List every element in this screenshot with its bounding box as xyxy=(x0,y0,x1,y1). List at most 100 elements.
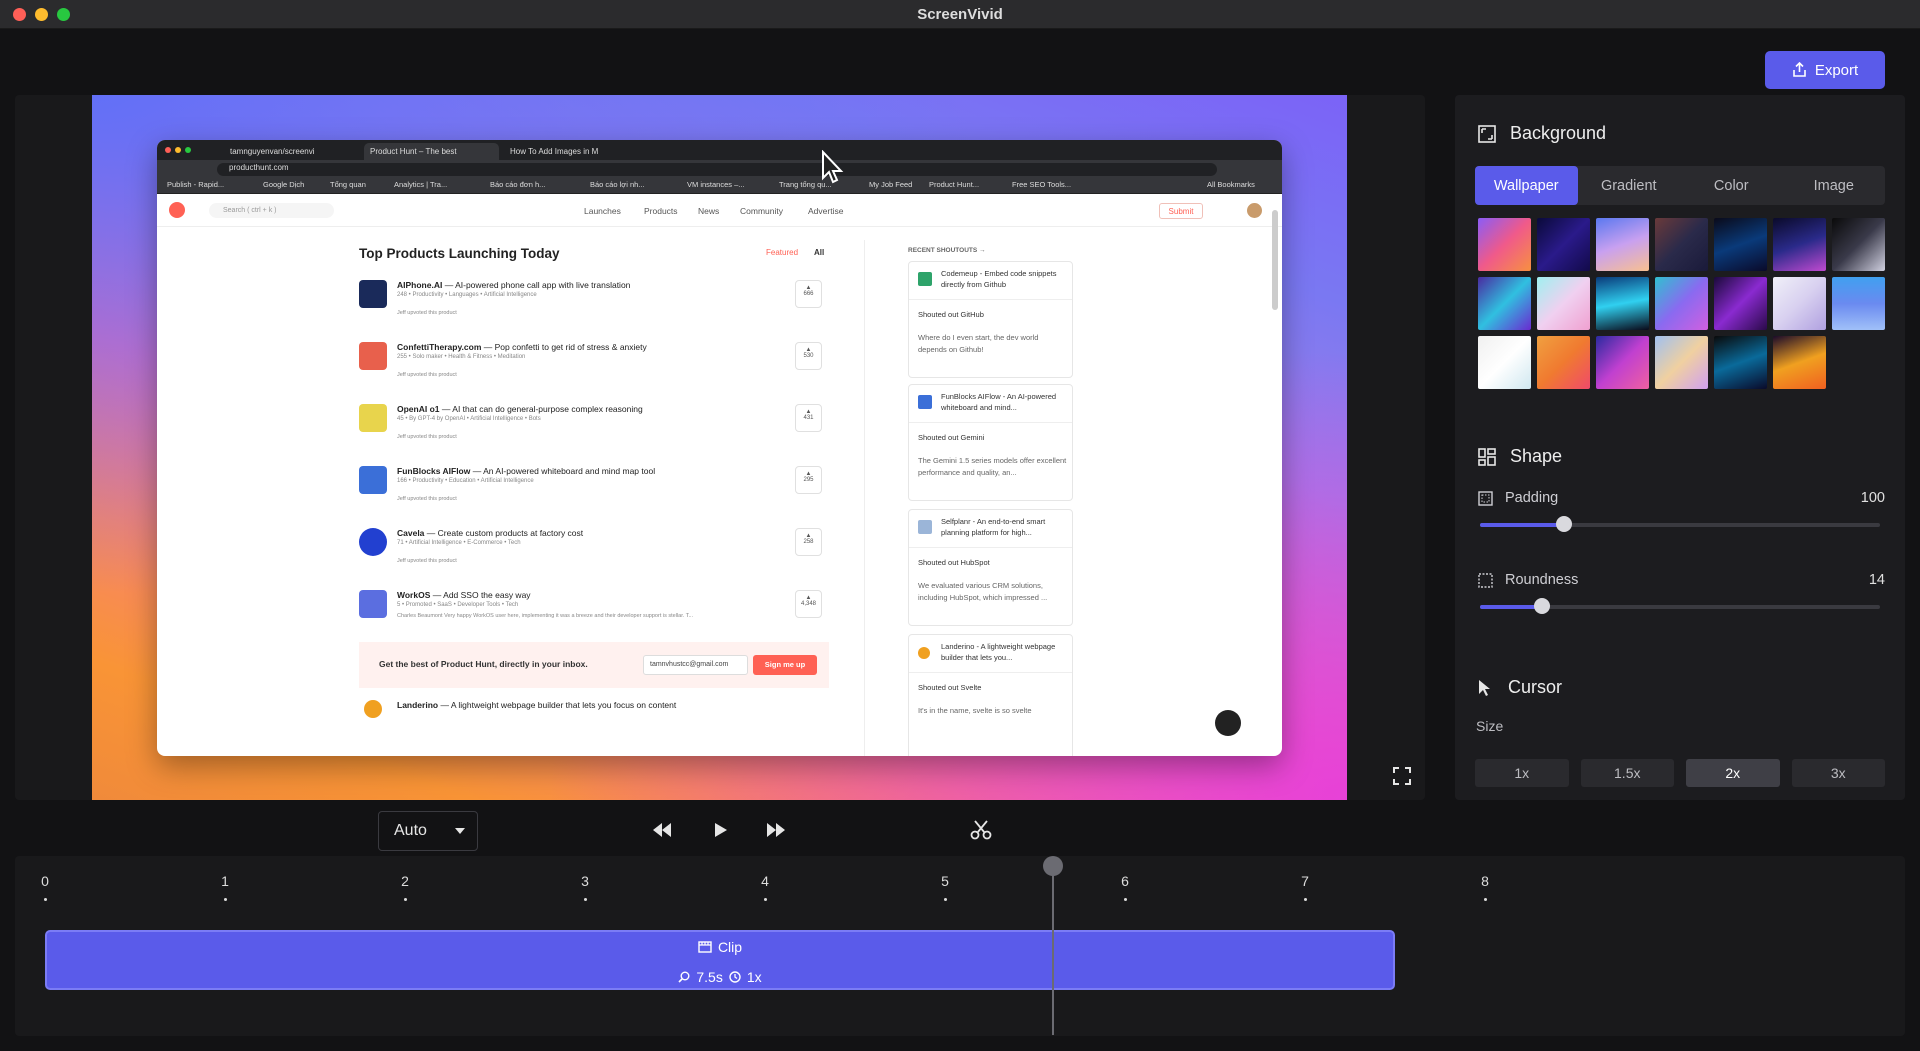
shoutout-card: Landerino - A lightweight webpage builde… xyxy=(908,634,1073,756)
timeline-clip[interactable]: Clip 7.5s 1x xyxy=(45,930,1395,990)
cursor-arrow-icon xyxy=(1479,679,1490,696)
timeline-tick-mark xyxy=(1484,898,1487,901)
share-icon xyxy=(1793,62,1806,77)
tab-color[interactable]: Color xyxy=(1680,166,1783,205)
browser-tab: tamnguyenvan/screenvi xyxy=(224,143,359,160)
avatar xyxy=(1247,203,1262,218)
wallpaper-swatch[interactable] xyxy=(1773,218,1826,271)
product-item: Landerino — A lightweight webpage builde… xyxy=(359,700,829,756)
wallpaper-swatch[interactable] xyxy=(1714,218,1767,271)
timeline-tick-mark xyxy=(584,898,587,901)
wallpaper-swatch[interactable] xyxy=(1655,277,1708,330)
wallpaper-swatch[interactable] xyxy=(1596,336,1649,389)
shoutouts-title: RECENT SHOUTOUTS → xyxy=(908,247,986,254)
cursor-size-3x[interactable]: 3x xyxy=(1791,759,1885,787)
clip-icon xyxy=(698,941,712,953)
cursor-section-header: Cursor xyxy=(1478,677,1562,698)
padding-slider[interactable] xyxy=(1480,516,1880,532)
export-button[interactable]: Export xyxy=(1765,51,1885,89)
playback-mode-value: Auto xyxy=(394,822,427,839)
clip-duration: 7.5s xyxy=(696,969,723,985)
roundness-slider[interactable] xyxy=(1480,598,1880,614)
tab-wallpaper[interactable]: Wallpaper xyxy=(1475,166,1578,205)
play-icon[interactable] xyxy=(713,820,729,840)
bookmark: Báo cáo đơn h... xyxy=(490,180,546,189)
product-item: ConfettiTherapy.com — Pop confetti to ge… xyxy=(359,342,829,398)
timeline-tick-mark xyxy=(764,898,767,901)
cursor-size-1x[interactable]: 1x xyxy=(1475,759,1569,787)
shape-title: Shape xyxy=(1510,446,1563,466)
background-section-header: Background xyxy=(1478,123,1606,144)
chevron-down-icon xyxy=(455,828,465,834)
roundness-value: 14 xyxy=(1868,572,1885,588)
url-text: producthunt.com xyxy=(229,163,289,172)
wallpaper-swatch[interactable] xyxy=(1655,218,1708,271)
timeline-tick-mark xyxy=(404,898,407,901)
timeline-tick-label: 4 xyxy=(761,873,769,889)
tab-gradient[interactable]: Gradient xyxy=(1578,166,1681,205)
wallpaper-swatch[interactable] xyxy=(1596,218,1649,271)
bookmark: Tổng quan xyxy=(330,180,366,189)
fast-forward-icon[interactable] xyxy=(765,820,787,840)
padding-label: Padding xyxy=(1505,490,1559,506)
bookmark: Google Dịch xyxy=(263,180,305,189)
roundness-slider-handle[interactable] xyxy=(1534,598,1550,614)
image-frame-icon xyxy=(1478,124,1496,143)
bookmarks-bar: Publish - Rapid... Google Dịch Tổng quan… xyxy=(157,178,1282,194)
wallpaper-swatch[interactable] xyxy=(1478,277,1531,330)
timeline-tick-label: 8 xyxy=(1481,873,1489,889)
wallpaper-swatch[interactable] xyxy=(1773,277,1826,330)
padding-icon xyxy=(1478,490,1493,506)
export-label: Export xyxy=(1814,61,1859,79)
layout-grid-icon xyxy=(1478,447,1496,466)
wallpaper-swatch[interactable] xyxy=(1596,277,1649,330)
playhead-line[interactable] xyxy=(1052,865,1054,1035)
rewind-icon[interactable] xyxy=(651,820,673,840)
fullscreen-icon[interactable] xyxy=(1393,767,1411,785)
playhead-handle[interactable] xyxy=(1043,856,1063,876)
wallpaper-swatch[interactable] xyxy=(1655,336,1708,389)
background-title: Background xyxy=(1510,123,1607,143)
wallpaper-swatch[interactable] xyxy=(1537,218,1590,271)
timeline-tick-label: 6 xyxy=(1121,873,1129,889)
bookmark: VM instances –... xyxy=(687,180,745,189)
roundness-slider-fill xyxy=(1480,605,1542,609)
tab-title: How To Add Images in M xyxy=(510,147,599,156)
wallpaper-swatch[interactable] xyxy=(1537,336,1590,389)
site-nav-link: Advertise xyxy=(808,206,844,216)
shoutout-card: FunBlocks AIFlow - An AI-powered whitebo… xyxy=(908,384,1073,501)
wallpaper-swatch[interactable] xyxy=(1478,218,1531,271)
timeline-tick-label: 1 xyxy=(221,873,229,889)
wallpaper-swatch[interactable] xyxy=(1832,218,1885,271)
wallpaper-swatch[interactable] xyxy=(1832,277,1885,330)
clip-speed: 1x xyxy=(746,969,762,985)
zoom-icon xyxy=(1215,710,1241,736)
site-submit: Submit xyxy=(1159,203,1203,219)
bookmark: All Bookmarks xyxy=(1207,180,1255,189)
roundness-icon xyxy=(1478,572,1493,588)
mouse-cursor-icon xyxy=(822,150,844,184)
timeline-tick-label: 2 xyxy=(401,873,409,889)
site-nav-link: Products xyxy=(644,206,678,216)
wallpaper-swatch[interactable] xyxy=(1478,336,1531,389)
roundness-label: Roundness xyxy=(1505,572,1579,588)
wallpaper-swatch[interactable] xyxy=(1714,277,1767,330)
newsletter-box: Get the best of Product Hunt, directly i… xyxy=(359,642,829,688)
site-header: Search ( ctrl + k ) Launches Products Ne… xyxy=(157,194,1282,227)
tab-image[interactable]: Image xyxy=(1783,166,1886,205)
playback-mode-select[interactable]: Auto xyxy=(378,811,478,851)
scissors-icon[interactable] xyxy=(970,819,992,841)
padding-slider-handle[interactable] xyxy=(1556,516,1572,532)
bookmark: Product Hunt... xyxy=(929,180,980,189)
cursor-size-2x[interactable]: 2x xyxy=(1686,759,1780,787)
wallpaper-swatch[interactable] xyxy=(1714,336,1767,389)
clip-info-row: 7.5s 1x xyxy=(47,969,1393,985)
wallpaper-swatch[interactable] xyxy=(1773,336,1826,389)
site-nav-link: Community xyxy=(740,206,783,216)
filter-featured: Featured xyxy=(766,248,799,257)
wallpaper-swatch[interactable] xyxy=(1537,277,1590,330)
timeline-tick-label: 5 xyxy=(941,873,949,889)
cursor-size-1-5x[interactable]: 1.5x xyxy=(1580,759,1674,787)
product-item: AIPhone.AI — AI-powered phone call app w… xyxy=(359,280,829,336)
background-tabs: Wallpaper Gradient Color Image xyxy=(1475,166,1885,205)
